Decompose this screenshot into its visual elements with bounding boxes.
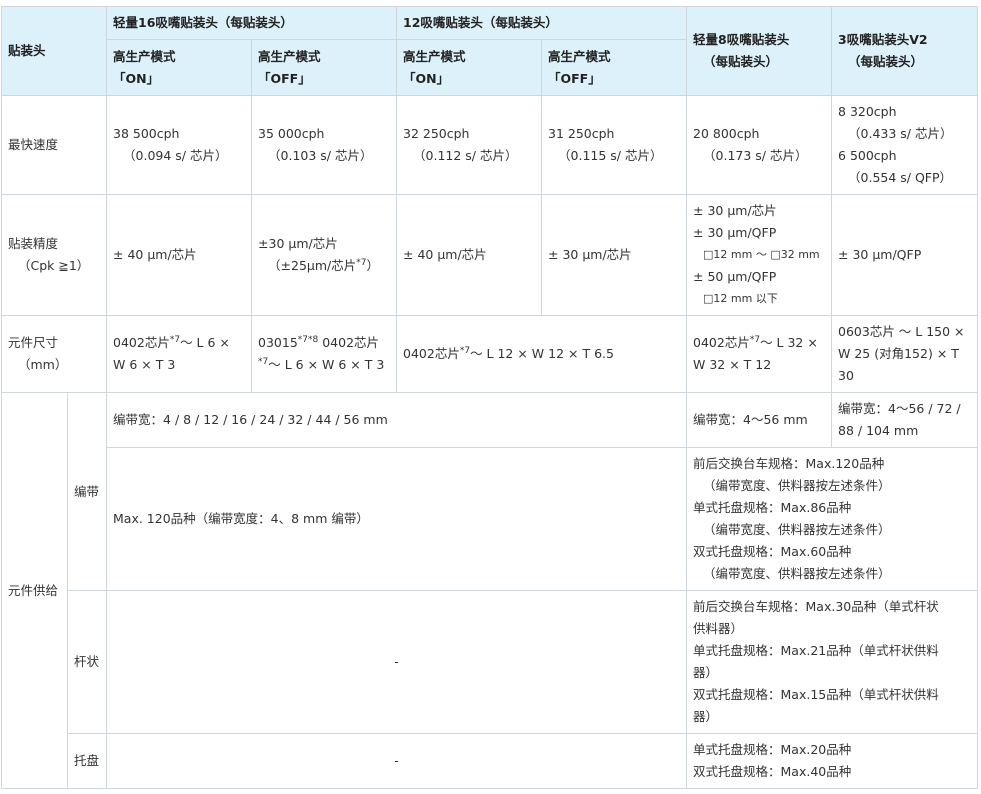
mode-on-12: 高生产模式 「ON」 xyxy=(396,39,543,96)
col-head-8-nozzle: 轻量8吸嘴贴装头 （每贴装头） xyxy=(686,6,833,96)
row-tape-quantity: Max. 120品种（编带宽度：4、8 mm 编带） 前后交换台车规格：Max.… xyxy=(2,447,979,591)
row-tray: 托盘 - 单式托盘规格：Max.20品种 双式托盘规格：Max.40品种 xyxy=(2,733,979,789)
col-head-16-nozzle: 轻量16吸嘴贴装头（每贴装头） xyxy=(106,6,398,40)
row-component-size: 元件尺寸 （mm） 0402芯片*7～ L 6 × W 6 × T 3 03015… xyxy=(0,315,979,393)
tray-right: 单式托盘规格：Max.20品种 双式托盘规格：Max.40品种 xyxy=(686,733,979,789)
speed-16-on: 38 500cph （0.094 s/ 芯片） xyxy=(106,95,253,195)
accuracy-3: ± 30 μm/QFP xyxy=(831,194,979,316)
speed-8: 20 800cph （0.173 s/ 芯片） xyxy=(686,95,833,195)
accuracy-16-off: ±30 μm/芯片 （±25μm/芯片*7） xyxy=(251,194,398,316)
speed-3: 8 320cph （0.433 s/ 芯片） 6 500cph （0.554 s/ … xyxy=(831,95,979,195)
speed-16-off: 35 000cph （0.103 s/ 芯片） xyxy=(251,95,398,195)
size-12: 0402芯片*7～ L 12 × W 12 × T 6.5 xyxy=(396,315,688,393)
size-16-off: 03015*7*8 0402芯片 *7～ L 6 × W 6 × T 3 xyxy=(251,315,398,393)
size-label: 元件尺寸 （mm） xyxy=(0,315,108,393)
mode-off-16: 高生产模式 「OFF」 xyxy=(251,39,398,96)
row-label-head: 贴装头 xyxy=(0,6,108,96)
size-16-on: 0402芯片*7～ L 6 × W 6 × T 3 xyxy=(106,315,253,393)
stick-main: - xyxy=(106,590,688,734)
stick-label: 杆状 xyxy=(66,590,108,734)
tape-width-main: 编带宽：4 / 8 / 12 / 16 / 24 / 32 / 44 / 56 … xyxy=(106,392,688,448)
col-head-12-nozzle: 12吸嘴贴装头（每贴装头） xyxy=(396,6,688,40)
mode-on-16: 高生产模式 「ON」 xyxy=(106,39,253,96)
accuracy-12-off: ± 30 μm/芯片 xyxy=(541,194,688,316)
stick-right: 前后交换台车规格：Max.30品种（单式杆状 供料器） 单式托盘规格：Max.2… xyxy=(686,590,979,734)
size-8: 0402芯片*7～ L 32 × W 32 × T 12 xyxy=(686,315,833,393)
accuracy-12-on: ± 40 μm/芯片 xyxy=(396,194,543,316)
col-head-3-nozzle: 3吸嘴贴装头V2 （每贴装头） xyxy=(831,6,979,96)
tape-quantity-right: 前后交换台车规格：Max.120品种 （编带宽度、供料器按左述条件） 单式托盘规… xyxy=(686,447,979,591)
size-3: 0603芯片 ～ L 150 × W 25 (对角152) × T 30 xyxy=(831,315,979,393)
row-stick: 杆状 - 前后交换台车规格：Max.30品种（单式杆状 供料器） 单式托盘规格：… xyxy=(2,590,979,734)
speed-12-on: 32 250cph （0.112 s/ 芯片） xyxy=(396,95,543,195)
row-tape-width: 元件供给 编带 编带宽：4 / 8 / 12 / 16 / 24 / 32 / … xyxy=(1,392,979,789)
tray-label: 托盘 xyxy=(66,733,108,789)
accuracy-label: 贴装精度 （Cpk ≧1） xyxy=(0,194,108,316)
accuracy-16-on: ± 40 μm/芯片 xyxy=(106,194,253,316)
mode-off-12: 高生产模式 「OFF」 xyxy=(541,39,688,96)
tape-width-8: 编带宽：4～56 mm xyxy=(686,392,833,448)
accuracy-8: ± 30 μm/芯片 ± 30 μm/QFP □12 mm ～ □32 mm ±… xyxy=(686,194,833,316)
speed-label: 最快速度 xyxy=(0,95,108,195)
supply-label: 元件供给 xyxy=(1,392,68,789)
row-speed: 最快速度 38 500cph （0.094 s/ 芯片） 35 000cph （0.… xyxy=(0,95,979,195)
tape-label: 编带 xyxy=(66,392,108,591)
spec-table: 贴装头 轻量16吸嘴贴装头（每贴装头） 12吸嘴贴装头（每贴装头） 轻量8吸嘴贴… xyxy=(0,6,979,789)
tape-quantity-main: Max. 120品种（编带宽度：4、8 mm 编带） xyxy=(106,447,688,591)
speed-12-off: 31 250cph （0.115 s/ 芯片） xyxy=(541,95,688,195)
tray-main: - xyxy=(106,733,688,789)
tape-width-3: 编带宽：4～56 / 72 /88 / 104 mm xyxy=(831,392,979,448)
header-row-heads: 贴装头 轻量16吸嘴贴装头（每贴装头） 12吸嘴贴装头（每贴装头） 轻量8吸嘴贴… xyxy=(0,6,979,96)
row-accuracy: 贴装精度 （Cpk ≧1） ± 40 μm/芯片 ±30 μm/芯片 （±25μm… xyxy=(0,194,979,316)
